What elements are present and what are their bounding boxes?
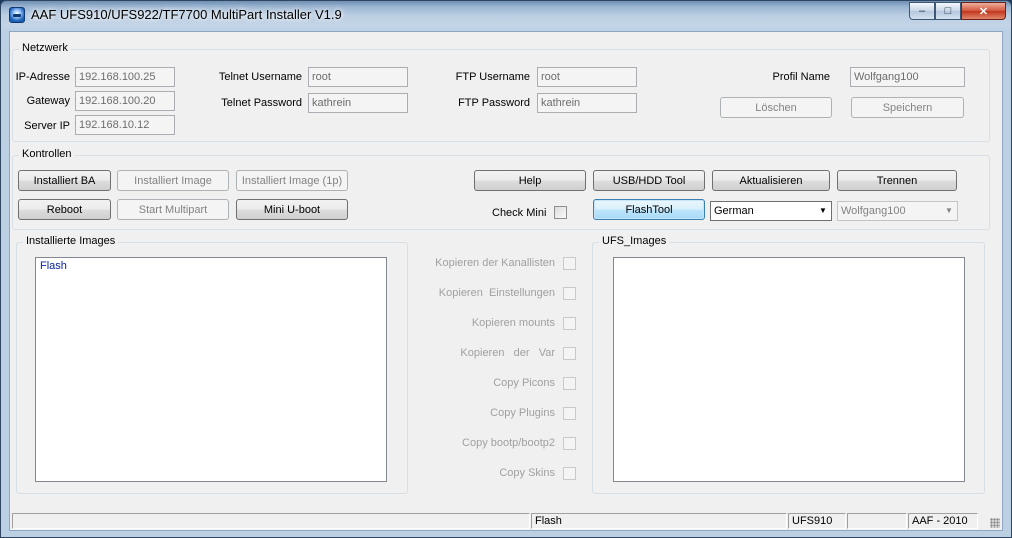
status-bar: Flash UFS910 AAF - 2010: [10, 512, 1002, 530]
kopieren-mounts-checkbox[interactable]: [563, 317, 576, 330]
installierte-images-label: Installierte Images: [23, 235, 119, 247]
kopieren-einstellungen-checkbox[interactable]: [563, 287, 576, 300]
installierte-images-list[interactable]: Flash: [35, 257, 387, 482]
app-window: AAF UFS910/UFS922/TF7700 MultiPart Insta…: [0, 0, 1012, 538]
start-multipart-button[interactable]: Start Multipart: [117, 199, 229, 220]
status-panel-model: UFS910: [788, 513, 846, 529]
telnet-password-field[interactable]: kathrein: [308, 93, 408, 113]
kopieren-mounts-label: Kopieren mounts: [471, 317, 555, 329]
language-select[interactable]: German ▼: [710, 201, 832, 221]
close-button[interactable]: ✕: [961, 2, 1006, 20]
status-panel-main: [12, 513, 530, 529]
telnet-password-label: Telnet Password: [221, 97, 302, 109]
copy-skins-checkbox[interactable]: [563, 467, 576, 480]
status-panel-copyright: AAF - 2010: [908, 513, 978, 529]
check-mini-checkbox[interactable]: [554, 206, 567, 219]
trennen-button[interactable]: Trennen: [837, 170, 957, 191]
copy-picons-label: Copy Picons: [493, 377, 555, 389]
loeschen-button[interactable]: Löschen: [720, 97, 832, 118]
copy-bootp-label: Copy bootp/bootp2: [462, 437, 555, 449]
copy-picons-checkbox[interactable]: [563, 377, 576, 390]
ftp-password-label: FTP Password: [458, 97, 530, 109]
status-panel-empty: [847, 513, 907, 529]
speichern-button[interactable]: Speichern: [851, 97, 964, 118]
gateway-field[interactable]: 192.168.100.20: [75, 91, 175, 111]
ftp-password-field[interactable]: kathrein: [537, 93, 637, 113]
usb-hdd-tool-button[interactable]: USB/HDD Tool: [593, 170, 705, 191]
minimize-icon: –: [918, 5, 926, 17]
ip-address-field[interactable]: 192.168.100.25: [75, 67, 175, 87]
minimize-button[interactable]: –: [909, 2, 935, 20]
kopieren-einstellungen-label: Kopieren Einstellungen: [438, 287, 555, 299]
chevron-down-icon: ▼: [819, 206, 827, 215]
kontrollen-label: Kontrollen: [19, 148, 75, 160]
ftp-username-field[interactable]: root: [537, 67, 637, 87]
help-button[interactable]: Help: [474, 170, 586, 191]
netzwerk-label: Netzwerk: [19, 42, 71, 54]
client-area: Netzwerk IP-Adresse 192.168.100.25 Gatew…: [9, 31, 1003, 531]
check-mini-label: Check Mini: [492, 207, 547, 219]
profil-name-label: Profil Name: [772, 71, 830, 83]
copy-skins-label: Copy Skins: [499, 467, 555, 479]
telnet-username-field[interactable]: root: [308, 67, 408, 87]
window-title: AAF UFS910/UFS922/TF7700 MultiPart Insta…: [31, 7, 342, 22]
gateway-label: Gateway: [26, 95, 70, 107]
kopieren-kanallisten-checkbox[interactable]: [563, 257, 576, 270]
title-bar[interactable]: AAF UFS910/UFS922/TF7700 MultiPart Insta…: [1, 1, 1011, 29]
language-select-value: German: [714, 205, 754, 217]
close-icon: ✕: [978, 5, 989, 18]
copy-bootp-checkbox[interactable]: [563, 437, 576, 450]
reboot-button[interactable]: Reboot: [18, 199, 111, 220]
kopieren-var-checkbox[interactable]: [563, 347, 576, 360]
chevron-down-icon: ▼: [945, 206, 953, 215]
ftp-username-label: FTP Username: [455, 71, 530, 83]
maximize-icon: □: [944, 5, 952, 17]
copy-plugins-checkbox[interactable]: [563, 407, 576, 420]
flashtool-button[interactable]: FlashTool: [593, 199, 705, 220]
maximize-button[interactable]: □: [935, 2, 961, 20]
profil-name-field[interactable]: Wolfgang100: [850, 67, 965, 87]
ip-address-label: IP-Adresse: [15, 71, 70, 83]
kopieren-var-label: Kopieren der Var: [460, 347, 555, 359]
profile-select[interactable]: Wolfgang100 ▼: [837, 201, 958, 221]
telnet-username-label: Telnet Username: [218, 71, 302, 83]
server-ip-field[interactable]: 192.168.10.12: [75, 115, 175, 135]
profile-select-value: Wolfgang100: [841, 205, 906, 217]
ufs-images-list[interactable]: [613, 257, 965, 482]
copy-plugins-label: Copy Plugins: [490, 407, 555, 419]
installiert-ba-button[interactable]: Installiert BA: [18, 170, 111, 191]
aktualisieren-button[interactable]: Aktualisieren: [712, 170, 830, 191]
installiert-image-1p-button[interactable]: Installiert Image (1p): [236, 170, 348, 191]
status-panel-image: Flash: [531, 513, 787, 529]
resize-grip[interactable]: [990, 518, 1000, 528]
installiert-image-button[interactable]: Installiert Image: [117, 170, 229, 191]
ufs-images-label: UFS_Images: [599, 235, 670, 247]
server-ip-label: Server IP: [24, 120, 70, 132]
kopieren-kanallisten-label: Kopieren der Kanallisten: [435, 257, 555, 269]
app-icon[interactable]: [9, 7, 25, 23]
mini-uboot-button[interactable]: Mini U-boot: [236, 199, 348, 220]
list-item[interactable]: Flash: [40, 260, 67, 272]
caption-buttons: – □ ✕: [909, 2, 1006, 20]
